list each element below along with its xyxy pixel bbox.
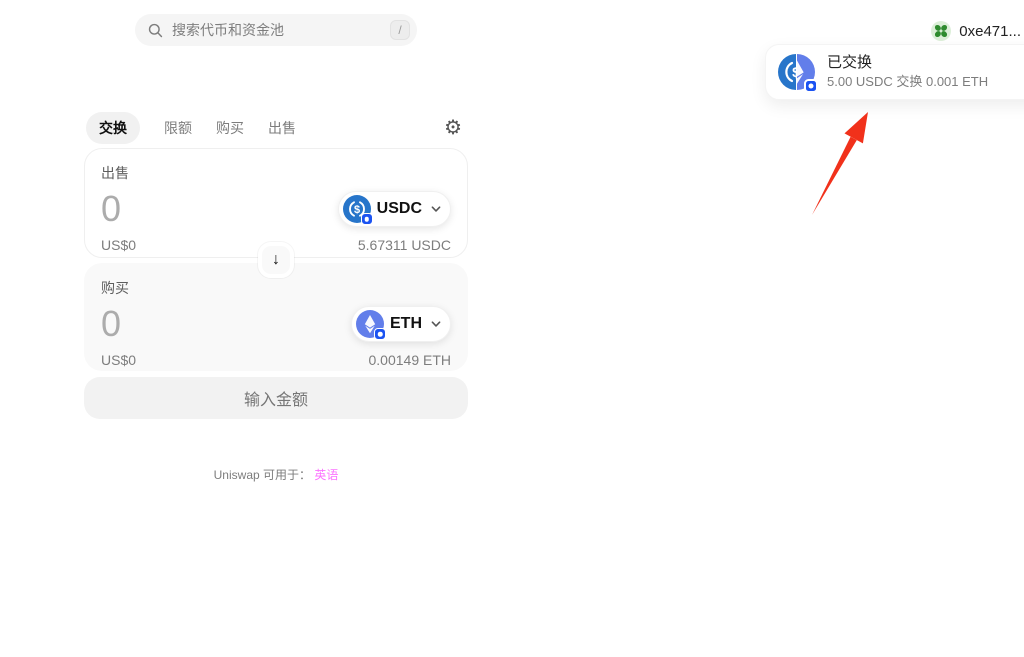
wallet-avatar-icon [931,21,951,41]
svg-text:$: $ [792,64,795,80]
wallet-account-button[interactable]: 0xe471... [931,19,1021,43]
toast-title: 已交换 [827,54,988,73]
sell-amount-input[interactable]: 0 [101,191,121,227]
sell-label: 出售 [101,163,451,183]
language-link[interactable]: 英语 [314,468,338,482]
buy-label: 购买 [101,278,451,298]
availability-text: Uniswap 可用于： [214,468,311,482]
network-badge-icon [374,328,386,340]
swap-tabs: 交换 限额 购买 出售 ⚙ [84,113,468,143]
arrow-down-icon: ↓ [272,251,280,269]
buy-token-selector[interactable]: ETH [351,306,451,342]
usdc-token-icon: $ [343,195,371,223]
search-input[interactable] [172,22,382,38]
tab-buy[interactable]: 购买 [216,118,244,138]
token-search-bar[interactable]: / [135,14,417,46]
keyboard-shortcut-badge: / [390,20,410,40]
sell-fiat-value: US$0 [101,237,136,253]
search-icon [147,22,164,39]
swap-success-toast[interactable]: $ 已交换 5.00 USDC 交换 0.001 ETH [765,44,1024,100]
chevron-down-icon [428,201,444,217]
toast-subtitle: 5.00 USDC 交换 0.001 ETH [827,73,988,91]
swap-direction-button[interactable]: ↓ [258,242,294,278]
eth-token-icon [356,310,384,338]
language-availability-note: Uniswap 可用于： 英语 [84,466,468,483]
network-badge-icon [361,213,373,225]
svg-text:$: $ [354,204,360,216]
tab-sell[interactable]: 出售 [268,118,296,138]
swap-widget: 交换 限额 购买 出售 ⚙ 出售 0 $ [84,113,468,419]
chevron-down-icon [428,316,444,332]
usdc-eth-pair-icon: $ [778,53,816,91]
settings-gear-icon[interactable]: ⚙ [444,118,468,138]
buy-amount-input[interactable]: 0 [101,306,121,342]
buy-panel: 购买 0 ETH [84,263,468,371]
tab-swap[interactable]: 交换 [86,112,140,144]
tab-limit[interactable]: 限额 [164,118,192,138]
buy-token-symbol: ETH [390,315,422,333]
wallet-address: 0xe471... [959,23,1021,40]
sell-token-symbol: USDC [377,200,422,218]
enter-amount-button[interactable]: 输入金额 [84,377,468,419]
buy-fiat-value: US$0 [101,352,136,368]
annotation-arrow-icon [800,104,880,222]
sell-token-selector[interactable]: $ USDC [338,191,451,227]
buy-token-balance: 0.00149 ETH [369,352,452,368]
network-badge-icon [804,79,818,93]
sell-token-balance[interactable]: 5.67311 USDC [358,237,451,253]
